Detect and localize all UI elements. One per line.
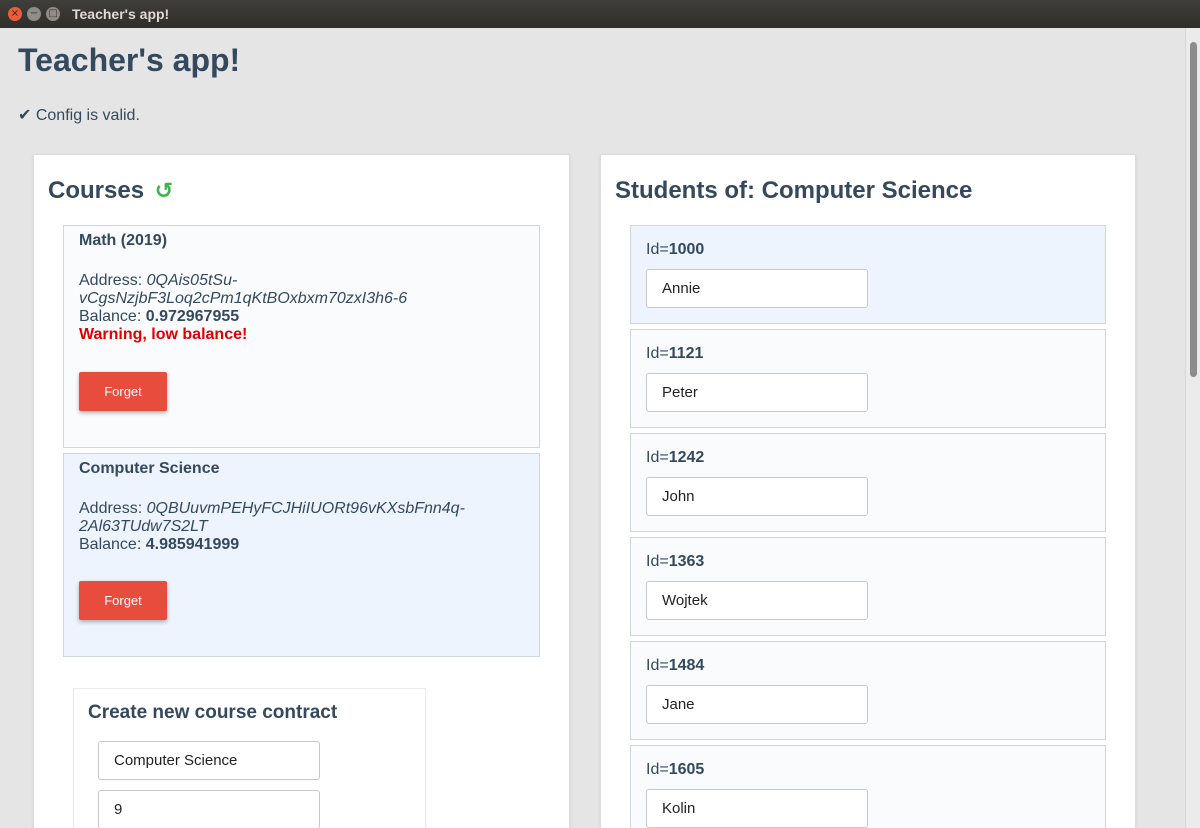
balance-label: Balance: <box>79 308 146 325</box>
student-name-input[interactable] <box>646 581 868 620</box>
student-id: Id=1605 <box>646 761 704 779</box>
student-id-value: 1121 <box>668 345 704 362</box>
student-id: Id=1000 <box>646 241 704 259</box>
scrollbar-thumb[interactable] <box>1190 42 1197 377</box>
student-card[interactable]: Id=1121 <box>630 329 1106 428</box>
course-card-math[interactable]: Math (2019) Address: 0QAis05tSu-vCgsNzjb… <box>63 225 540 448</box>
student-card[interactable]: Id=1363 <box>630 537 1106 636</box>
window-maximize-button[interactable]: □ <box>46 7 60 21</box>
balance-value: 4.985941999 <box>145 536 240 553</box>
student-id-value: 1484 <box>668 657 705 674</box>
create-course-form: Create new course contract <box>73 688 426 828</box>
course-balance: Balance: 4.985941999 <box>79 536 524 554</box>
course-count-input[interactable] <box>98 790 320 828</box>
course-card-computer-science[interactable]: Computer Science Address: 0QBUuvmPEHyFCJ… <box>63 453 540 657</box>
window-minimize-button[interactable]: − <box>27 7 41 21</box>
app-content: Teacher's app! ✔ Config is valid. Course… <box>0 28 1185 828</box>
address-label: Address: <box>79 272 147 289</box>
balance-value: 0.972967955 <box>145 308 240 325</box>
student-card[interactable]: Id=1000 <box>630 225 1106 324</box>
student-id: Id=1121 <box>646 345 703 363</box>
course-balance: Balance: 0.972967955 <box>79 308 524 326</box>
student-id: Id=1242 <box>646 449 704 467</box>
course-address: Address: 0QAis05tSu-vCgsNzjbF3Loq2cPm1qK… <box>79 272 524 308</box>
student-id: Id=1363 <box>646 553 704 571</box>
student-id-value: 1605 <box>668 761 705 778</box>
courses-panel: Courses ↺ Math (2019) Address: 0QAis05tS… <box>33 154 570 828</box>
student-id: Id=1484 <box>646 657 704 675</box>
forget-button[interactable]: Forget <box>79 581 167 620</box>
student-id-label: Id= <box>646 657 669 674</box>
low-balance-warning: Warning, low balance! <box>79 326 248 343</box>
student-card[interactable]: Id=1484 <box>630 641 1106 740</box>
student-id-label: Id= <box>646 449 669 466</box>
page-title: Teacher's app! <box>18 42 241 78</box>
students-heading: Students of: Computer Science <box>615 177 973 204</box>
balance-label: Balance: <box>79 536 146 553</box>
window-title: Teacher's app! <box>72 6 170 22</box>
student-id-value: 1242 <box>668 449 705 466</box>
student-name-input[interactable] <box>646 269 868 308</box>
student-id-value: 1000 <box>668 241 705 258</box>
student-id-label: Id= <box>646 553 669 570</box>
student-card[interactable]: Id=1605 <box>630 745 1106 828</box>
student-name-input[interactable] <box>646 685 868 724</box>
courses-heading: Courses ↺ <box>48 177 173 205</box>
refresh-icon[interactable]: ↺ <box>155 178 173 203</box>
courses-heading-label: Courses <box>48 177 145 204</box>
course-name-input[interactable] <box>98 741 320 780</box>
student-name-input[interactable] <box>646 789 868 828</box>
forget-button[interactable]: Forget <box>79 372 167 411</box>
window-close-button[interactable]: × <box>8 7 22 21</box>
course-address: Address: 0QBUuvmPEHyFCJHiIUORt96vKXsbFnn… <box>79 500 524 536</box>
student-id-value: 1363 <box>668 553 705 570</box>
student-id-label: Id= <box>646 761 669 778</box>
student-name-input[interactable] <box>646 373 868 412</box>
student-name-input[interactable] <box>646 477 868 516</box>
students-panel: Students of: Computer Science Id=1000 Id… <box>600 154 1136 828</box>
student-id-label: Id= <box>646 241 669 258</box>
window-titlebar: × − □ Teacher's app! <box>0 0 1200 28</box>
student-id-label: Id= <box>646 345 669 362</box>
course-name: Math (2019) <box>79 232 168 249</box>
vertical-scrollbar[interactable] <box>1185 28 1200 828</box>
student-card[interactable]: Id=1242 <box>630 433 1106 532</box>
address-label: Address: <box>79 500 147 517</box>
create-course-title: Create new course contract <box>88 702 338 723</box>
course-name: Computer Science <box>79 460 220 477</box>
config-status: ✔ Config is valid. <box>18 107 140 124</box>
